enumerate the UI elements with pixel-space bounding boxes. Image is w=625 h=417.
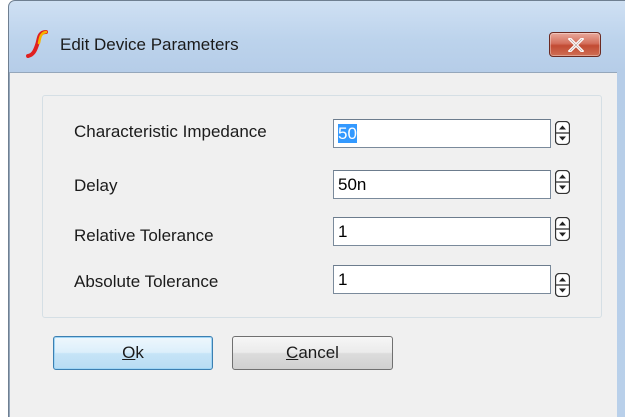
relative-tolerance-value: 1 xyxy=(338,222,348,241)
cancel-button[interactable]: Cancel xyxy=(232,336,393,370)
param-label-characteristic-impedance: Characteristic Impedance xyxy=(74,122,267,141)
close-button[interactable] xyxy=(549,32,601,57)
characteristic-impedance-value: 50 xyxy=(338,124,357,143)
ok-button-label: k xyxy=(135,343,144,362)
relative-tolerance-spinner-icon[interactable] xyxy=(555,217,570,241)
param-label-relative-tolerance: Relative Tolerance xyxy=(74,226,214,245)
dialog-title: Edit Device Parameters xyxy=(60,35,239,54)
absolute-tolerance-spinner-icon[interactable] xyxy=(555,273,570,297)
cancel-button-mnemonic: C xyxy=(286,343,299,362)
ok-button-mnemonic: O xyxy=(122,343,136,362)
delay-spinner-icon[interactable] xyxy=(555,170,570,194)
absolute-tolerance-value: 1 xyxy=(338,270,348,289)
ok-button[interactable]: Ok xyxy=(53,336,213,370)
delay-input[interactable]: 50n xyxy=(333,170,551,199)
param-label-delay: Delay xyxy=(74,176,118,195)
characteristic-impedance-spinner-icon[interactable] xyxy=(555,121,570,145)
delay-value: 50n xyxy=(338,175,367,194)
absolute-tolerance-input[interactable]: 1 xyxy=(333,265,551,294)
param-label-absolute-tolerance: Absolute Tolerance xyxy=(74,272,219,291)
characteristic-impedance-input[interactable]: 50 xyxy=(333,119,551,148)
cancel-button-label: ancel xyxy=(298,343,339,362)
close-icon xyxy=(568,38,584,52)
simetrix-app-icon xyxy=(26,30,48,58)
title-bar[interactable]: Edit Device Parameters xyxy=(0,0,625,72)
relative-tolerance-input[interactable]: 1 xyxy=(333,217,551,246)
